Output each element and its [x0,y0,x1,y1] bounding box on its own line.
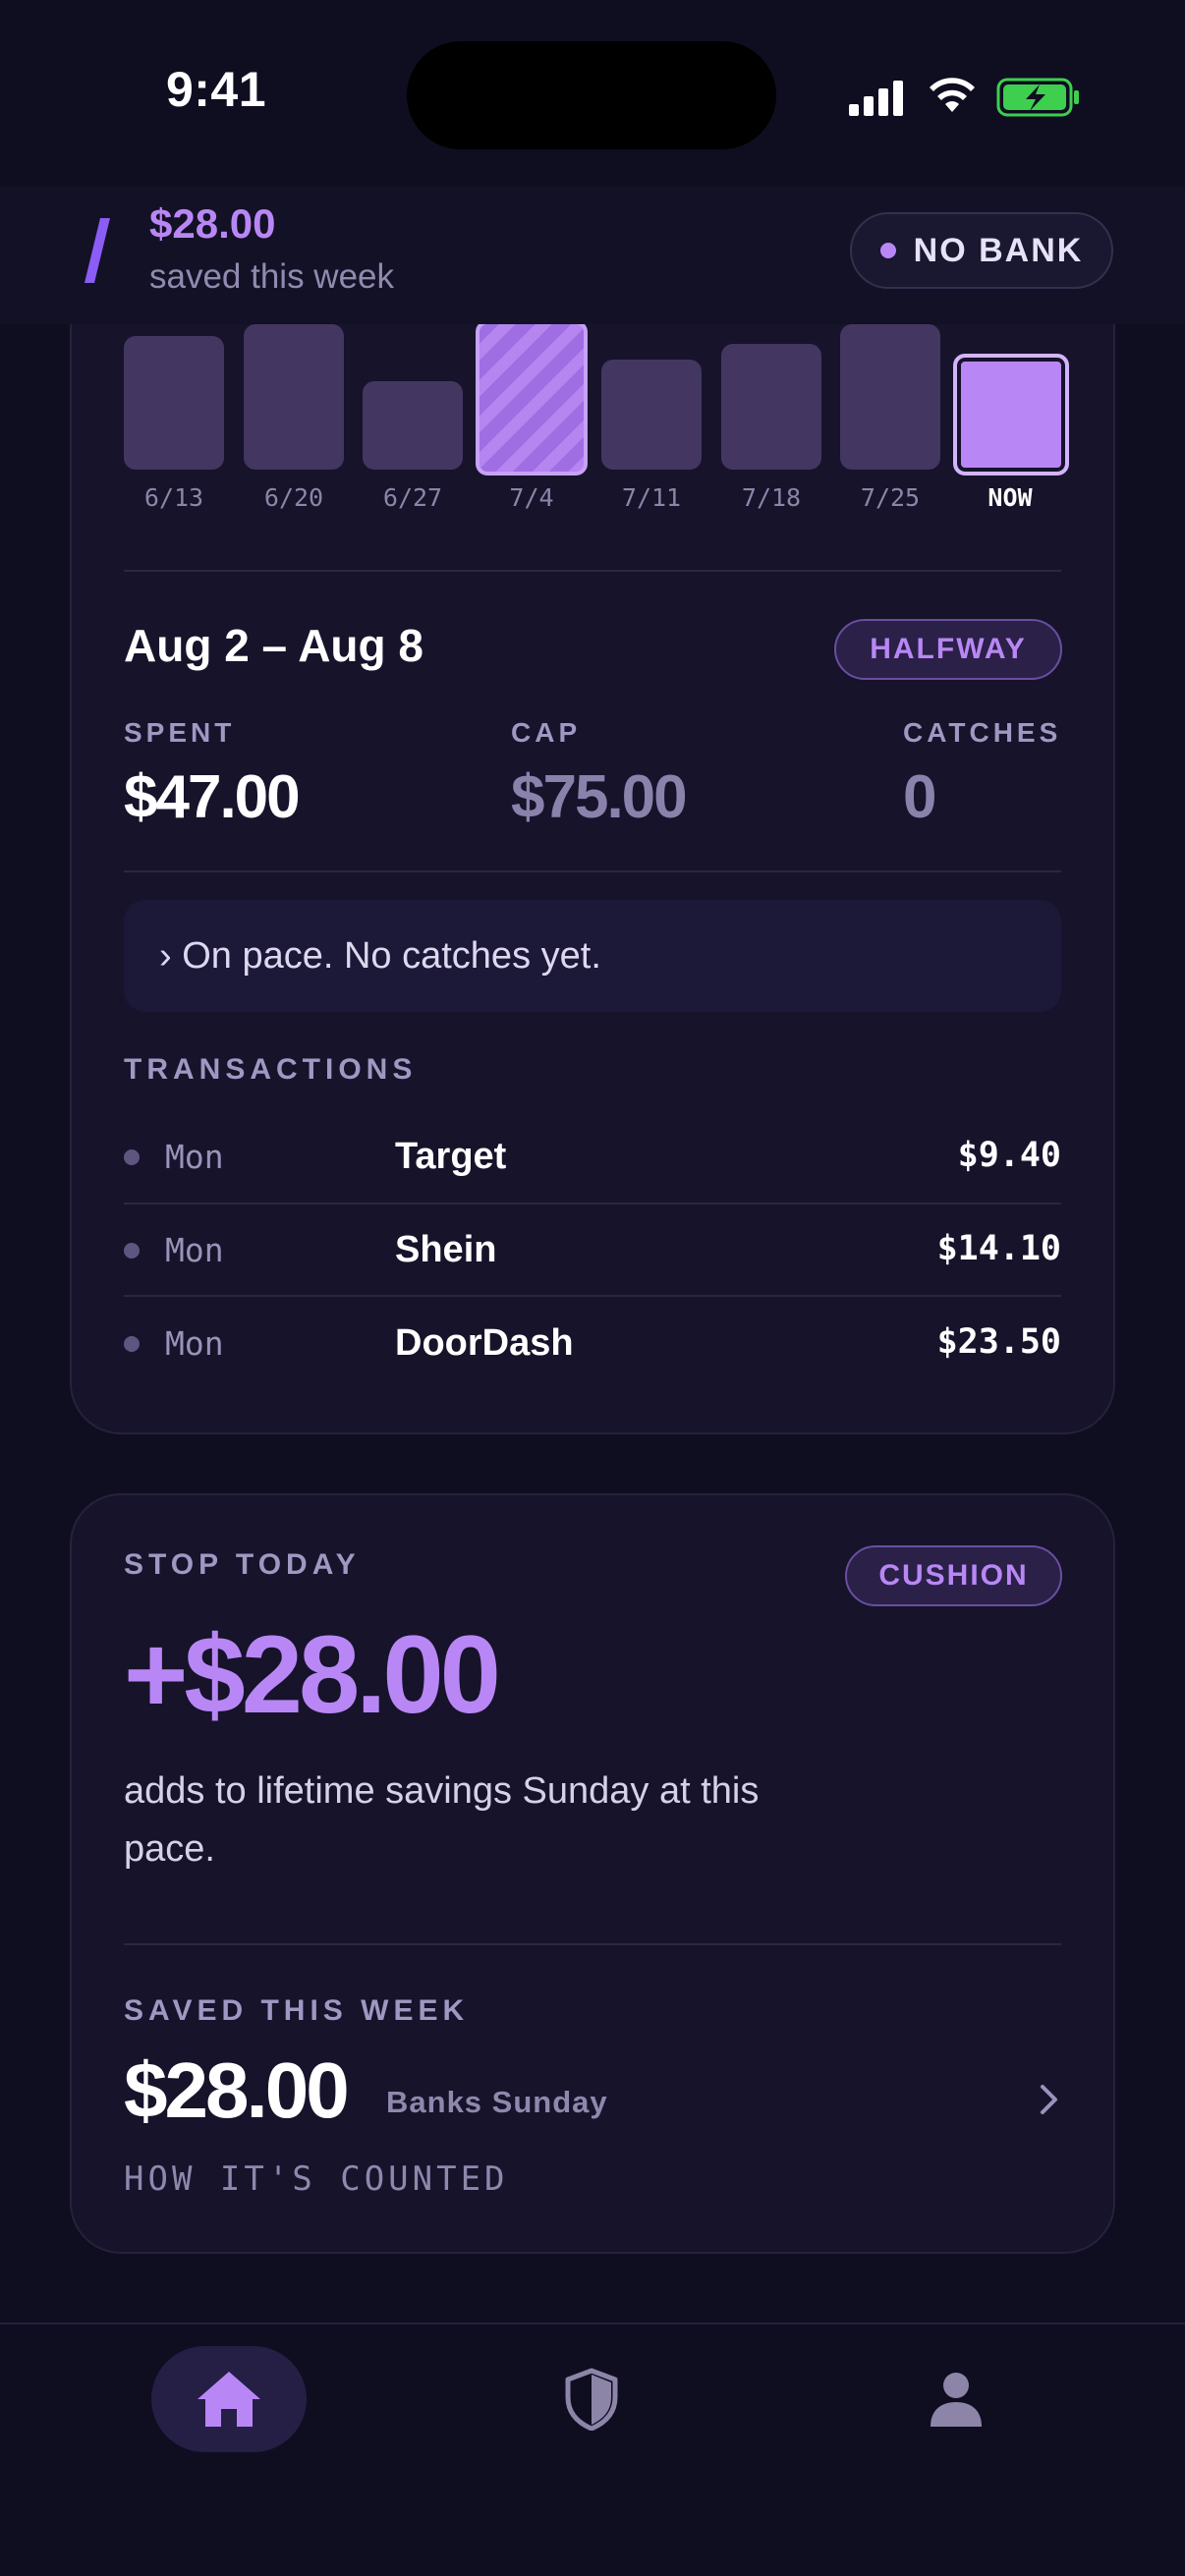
divider [124,1943,1061,1945]
bar-7-11[interactable] [601,360,702,470]
home-icon[interactable] [194,2368,264,2431]
bank-status-pill[interactable]: NO BANK [850,212,1113,289]
bar-7-25[interactable] [840,324,940,470]
divider [124,570,1061,572]
header-saved-amount-overlay: $28.00 [149,200,276,247]
bar-6-13[interactable] [124,336,224,470]
transaction-row[interactable]: Mon Target $9.40 [124,1110,1061,1203]
transaction-row[interactable]: Mon DoorDash $23.50 [124,1297,1061,1389]
cap-value: $75.00 [511,763,688,831]
spent-label: SPENT [124,717,236,748]
transaction-dot [124,1336,140,1352]
shield-icon[interactable] [564,2368,619,2431]
transaction-merchant: Target [395,1136,507,1177]
transaction-amount: $9.40 [957,1136,1061,1175]
status-dot [879,243,896,258]
bar-label: 7/11 [621,483,682,512]
how-its-counted-link[interactable]: HOW IT'S COUNTED [124,2159,509,2199]
transactions-title: TRANSACTIONS [124,1053,418,1086]
bar-label: 7/4 [509,483,554,512]
bar-6-20[interactable] [244,324,344,470]
pace-message: › On pace. No catches yet. [124,900,1061,1012]
bar-label: 6/27 [382,483,443,512]
bar-now[interactable] [953,354,1069,476]
stop-today-label: STOP TODAY [124,1548,361,1581]
banks-sunday-text: Banks Sunday [386,2085,608,2119]
bar-label: 7/25 [860,483,921,512]
saved-this-week-amount: $28.00 [124,2046,350,2134]
chevron-right-icon[interactable] [1038,2083,1061,2116]
bar-6-27[interactable] [363,381,463,470]
catches-label: CATCHES [903,717,1062,748]
transaction-merchant: Shein [395,1229,497,1270]
logo-slash-icon [85,218,110,283]
transaction-day: Mon [165,1231,224,1269]
saved-this-week-label: SAVED THIS WEEK [124,1994,470,2027]
transaction-merchant: DoorDash [395,1322,574,1364]
bar-label: 7/18 [741,483,802,512]
cushion-badge: CUSHION [845,1545,1062,1606]
transaction-amount: $14.10 [936,1229,1061,1268]
stop-today-description: adds to lifetime savings Sunday at this … [124,1770,760,1870]
cap-label: CAP [511,717,582,748]
week-range-title: Aug 2 – Aug 8 [124,620,423,671]
header-saved-subtitle-overlay: saved this week [149,257,395,296]
transaction-amount: $23.50 [936,1322,1061,1362]
transaction-day: Mon [165,1324,224,1363]
bar-7-18[interactable] [721,344,821,470]
bank-status-label: NO BANK [913,231,1084,269]
stop-today-amount: +$28.00 [124,1613,501,1736]
bar-label: 6/20 [263,483,324,512]
halfway-badge: HALFWAY [834,619,1062,680]
transaction-dot [124,1149,140,1165]
catches-value: 0 [903,763,937,831]
bar-7-4[interactable] [476,320,588,476]
transaction-day: Mon [165,1138,224,1176]
bar-label: 6/13 [143,483,204,512]
transaction-row[interactable]: Mon Shein $14.10 [124,1204,1061,1296]
spent-value: $47.00 [124,763,301,831]
transaction-dot [124,1243,140,1259]
profile-icon[interactable] [929,2370,984,2429]
divider [124,870,1061,872]
bar-label-now: NOW [988,483,1033,512]
